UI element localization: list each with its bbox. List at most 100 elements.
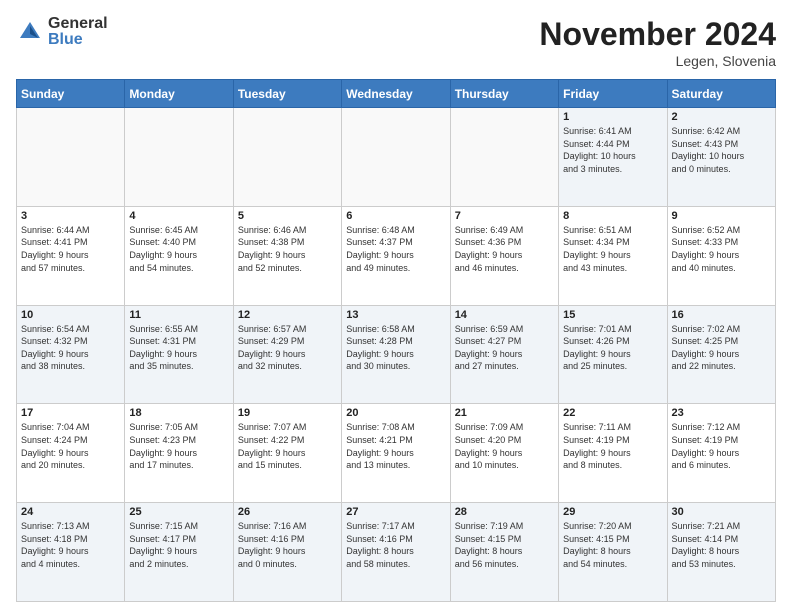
header-row: Sunday Monday Tuesday Wednesday Thursday… [17,80,776,108]
day-info: Sunrise: 7:13 AM Sunset: 4:18 PM Dayligh… [21,520,120,570]
logo-general: General [48,16,108,32]
day-number: 12 [238,309,337,321]
calendar-cell: 17 Sunrise: 7:04 AM Sunset: 4:24 PM Dayli… [17,404,125,503]
calendar-cell [450,108,558,207]
week-row-5: 24 Sunrise: 7:13 AM Sunset: 4:18 PM Dayli… [17,503,776,602]
calendar-cell [125,108,233,207]
day-number: 27 [346,506,445,518]
calendar-cell [233,108,341,207]
calendar-cell: 16 Sunrise: 7:02 AM Sunset: 4:25 PM Dayli… [667,305,775,404]
calendar-cell: 14Sunrise: 6:59 AM Sunset: 4:27 PM Dayli… [450,305,558,404]
calendar-cell [342,108,450,207]
col-tuesday: Tuesday [233,80,341,108]
day-info: Sunrise: 7:21 AM Sunset: 4:14 PM Dayligh… [672,520,771,570]
day-number: 30 [672,506,771,518]
calendar-cell: 22 Sunrise: 7:11 AM Sunset: 4:19 PM Dayli… [559,404,667,503]
day-number: 1 [563,111,662,123]
calendar-body: 1 Sunrise: 6:41 AM Sunset: 4:44 PM Daylig… [17,108,776,602]
col-wednesday: Wednesday [342,80,450,108]
day-info: Sunrise: 6:54 AM Sunset: 4:32 PM Dayligh… [21,323,120,373]
day-number: 3 [21,210,120,222]
title-area: November 2024 Legen, Slovenia [539,16,776,69]
calendar-cell: 4 Sunrise: 6:45 AM Sunset: 4:40 PM Daylig… [125,206,233,305]
day-info: Sunrise: 7:04 AM Sunset: 4:24 PM Dayligh… [21,421,120,471]
calendar-header: Sunday Monday Tuesday Wednesday Thursday… [17,80,776,108]
day-number: 4 [129,210,228,222]
day-info: Sunrise: 6:42 AM Sunset: 4:43 PM Dayligh… [672,125,771,175]
calendar-cell: 3Sunrise: 6:44 AM Sunset: 4:41 PM Daylig… [17,206,125,305]
day-info: Sunrise: 6:51 AM Sunset: 4:34 PM Dayligh… [563,224,662,274]
day-number: 20 [346,407,445,419]
logo-blue: Blue [48,32,108,48]
month-title: November 2024 [539,16,776,53]
day-info: Sunrise: 6:52 AM Sunset: 4:33 PM Dayligh… [672,224,771,274]
day-info: Sunrise: 7:11 AM Sunset: 4:19 PM Dayligh… [563,421,662,471]
calendar-cell: 5 Sunrise: 6:46 AM Sunset: 4:38 PM Daylig… [233,206,341,305]
week-row-4: 17 Sunrise: 7:04 AM Sunset: 4:24 PM Dayli… [17,404,776,503]
day-number: 2 [672,111,771,123]
calendar-cell: 6Sunrise: 6:48 AM Sunset: 4:37 PM Daylig… [342,206,450,305]
day-number: 29 [563,506,662,518]
day-number: 6 [346,210,445,222]
calendar-cell: 30 Sunrise: 7:21 AM Sunset: 4:14 PM Dayli… [667,503,775,602]
col-sunday: Sunday [17,80,125,108]
calendar-cell: 26Sunrise: 7:16 AM Sunset: 4:16 PM Dayli… [233,503,341,602]
calendar-cell: 18Sunrise: 7:05 AM Sunset: 4:23 PM Dayli… [125,404,233,503]
day-info: Sunrise: 6:49 AM Sunset: 4:36 PM Dayligh… [455,224,554,274]
calendar-cell: 10Sunrise: 6:54 AM Sunset: 4:32 PM Dayli… [17,305,125,404]
day-info: Sunrise: 6:45 AM Sunset: 4:40 PM Dayligh… [129,224,228,274]
calendar-cell: 12 Sunrise: 6:57 AM Sunset: 4:29 PM Dayli… [233,305,341,404]
calendar-cell [17,108,125,207]
day-info: Sunrise: 7:20 AM Sunset: 4:15 PM Dayligh… [563,520,662,570]
day-number: 15 [563,309,662,321]
day-number: 24 [21,506,120,518]
calendar-cell: 28Sunrise: 7:19 AM Sunset: 4:15 PM Dayli… [450,503,558,602]
calendar-cell: 29 Sunrise: 7:20 AM Sunset: 4:15 PM Dayli… [559,503,667,602]
day-number: 23 [672,407,771,419]
day-number: 9 [672,210,771,222]
day-number: 19 [238,407,337,419]
location: Legen, Slovenia [539,53,776,69]
day-info: Sunrise: 7:02 AM Sunset: 4:25 PM Dayligh… [672,323,771,373]
day-info: Sunrise: 6:58 AM Sunset: 4:28 PM Dayligh… [346,323,445,373]
calendar-cell: 13 Sunrise: 6:58 AM Sunset: 4:28 PM Dayli… [342,305,450,404]
calendar-cell: 23Sunrise: 7:12 AM Sunset: 4:19 PM Dayli… [667,404,775,503]
col-friday: Friday [559,80,667,108]
calendar-cell: 21Sunrise: 7:09 AM Sunset: 4:20 PM Dayli… [450,404,558,503]
calendar-cell: 7 Sunrise: 6:49 AM Sunset: 4:36 PM Daylig… [450,206,558,305]
calendar-cell: 15 Sunrise: 7:01 AM Sunset: 4:26 PM Dayli… [559,305,667,404]
day-number: 13 [346,309,445,321]
day-number: 17 [21,407,120,419]
day-info: Sunrise: 7:05 AM Sunset: 4:23 PM Dayligh… [129,421,228,471]
day-number: 22 [563,407,662,419]
day-info: Sunrise: 6:46 AM Sunset: 4:38 PM Dayligh… [238,224,337,274]
day-info: Sunrise: 6:41 AM Sunset: 4:44 PM Dayligh… [563,125,662,175]
day-number: 25 [129,506,228,518]
calendar-cell: 2 Sunrise: 6:42 AM Sunset: 4:43 PM Daylig… [667,108,775,207]
calendar-cell: 24 Sunrise: 7:13 AM Sunset: 4:18 PM Dayli… [17,503,125,602]
logo: General Blue [16,16,108,48]
page: General Blue November 2024 Legen, Sloven… [0,0,792,612]
calendar-cell: 1 Sunrise: 6:41 AM Sunset: 4:44 PM Daylig… [559,108,667,207]
week-row-1: 1 Sunrise: 6:41 AM Sunset: 4:44 PM Daylig… [17,108,776,207]
calendar: Sunday Monday Tuesday Wednesday Thursday… [16,79,776,602]
calendar-cell: 20Sunrise: 7:08 AM Sunset: 4:21 PM Dayli… [342,404,450,503]
calendar-cell: 9 Sunrise: 6:52 AM Sunset: 4:33 PM Daylig… [667,206,775,305]
day-number: 21 [455,407,554,419]
col-monday: Monday [125,80,233,108]
col-thursday: Thursday [450,80,558,108]
day-number: 7 [455,210,554,222]
col-saturday: Saturday [667,80,775,108]
calendar-cell: 19Sunrise: 7:07 AM Sunset: 4:22 PM Dayli… [233,404,341,503]
day-info: Sunrise: 7:17 AM Sunset: 4:16 PM Dayligh… [346,520,445,570]
day-number: 5 [238,210,337,222]
day-number: 8 [563,210,662,222]
calendar-cell: 11Sunrise: 6:55 AM Sunset: 4:31 PM Dayli… [125,305,233,404]
day-info: Sunrise: 6:55 AM Sunset: 4:31 PM Dayligh… [129,323,228,373]
week-row-3: 10Sunrise: 6:54 AM Sunset: 4:32 PM Dayli… [17,305,776,404]
day-number: 16 [672,309,771,321]
header: General Blue November 2024 Legen, Sloven… [16,16,776,69]
day-info: Sunrise: 6:57 AM Sunset: 4:29 PM Dayligh… [238,323,337,373]
logo-icon [16,18,44,46]
day-info: Sunrise: 7:01 AM Sunset: 4:26 PM Dayligh… [563,323,662,373]
